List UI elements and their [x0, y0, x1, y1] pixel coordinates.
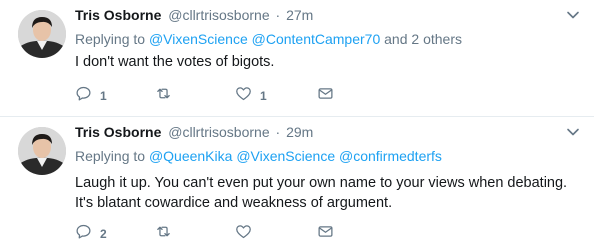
- retweet-button[interactable]: [155, 224, 180, 244]
- replying-prefix: Replying to: [75, 31, 146, 47]
- reply-count: 2: [100, 227, 107, 241]
- tweet-text: Laugh it up. You can't even put your own…: [75, 175, 568, 211]
- timestamp[interactable]: 27m: [286, 7, 313, 23]
- retweet-icon: [155, 85, 172, 107]
- replying-to: Replying to @VixenScience @ContentCamper…: [75, 30, 462, 48]
- tweet-actions: 2: [75, 224, 375, 244]
- user-handle[interactable]: @cllrtrisosborne: [168, 124, 269, 140]
- timeline: Tris Osborne @cllrtrisosborne · 27m Repl…: [0, 0, 594, 247]
- replying-others[interactable]: and 2 others: [384, 31, 462, 47]
- mention-link[interactable]: @ContentCamper70: [252, 31, 381, 47]
- separator-dot: ·: [275, 124, 281, 140]
- reply-button[interactable]: 2: [75, 224, 107, 244]
- display-name[interactable]: Tris Osborne: [75, 7, 161, 23]
- like-button[interactable]: [235, 224, 260, 244]
- reply-button[interactable]: 1: [75, 86, 107, 106]
- display-name[interactable]: Tris Osborne: [75, 124, 161, 140]
- tweet[interactable]: Tris Osborne @cllrtrisosborne · 27m Repl…: [0, 0, 594, 117]
- mention-link[interactable]: @VixenScience: [236, 148, 335, 164]
- envelope-icon: [317, 223, 334, 245]
- reply-icon: [75, 223, 92, 245]
- tweet-actions: 1 1: [75, 86, 375, 106]
- tweet-text: I don't want the votes of bigots.: [75, 54, 275, 70]
- like-count: 1: [260, 89, 267, 103]
- heart-icon: [235, 85, 252, 107]
- tweet-header: Tris Osborne @cllrtrisosborne · 27m: [75, 6, 313, 24]
- mention-link[interactable]: @VixenScience: [149, 31, 248, 47]
- avatar[interactable]: [18, 127, 66, 175]
- separator-dot: ·: [275, 7, 281, 23]
- avatar[interactable]: [18, 10, 66, 58]
- retweet-button[interactable]: [155, 86, 180, 106]
- tweet-header: Tris Osborne @cllrtrisosborne · 29m: [75, 123, 313, 141]
- reply-count: 1: [100, 89, 107, 103]
- reply-icon: [75, 85, 92, 107]
- user-handle[interactable]: @cllrtrisosborne: [168, 7, 269, 23]
- envelope-icon: [317, 85, 334, 107]
- mention-link[interactable]: @QueenKika: [149, 148, 232, 164]
- retweet-icon: [155, 223, 172, 245]
- mention-link[interactable]: @confirmedterfs: [339, 148, 442, 164]
- direct-message-button[interactable]: [317, 86, 334, 106]
- tweet[interactable]: Tris Osborne @cllrtrisosborne · 29m Repl…: [0, 117, 594, 247]
- chevron-down-icon[interactable]: [566, 8, 580, 22]
- direct-message-button[interactable]: [317, 224, 334, 244]
- heart-icon: [235, 223, 252, 245]
- replying-to: Replying to @QueenKika @VixenScience @co…: [75, 147, 442, 165]
- timestamp[interactable]: 29m: [286, 124, 313, 140]
- like-button[interactable]: 1: [235, 86, 267, 106]
- chevron-down-icon[interactable]: [566, 125, 580, 139]
- replying-prefix: Replying to: [75, 148, 146, 164]
